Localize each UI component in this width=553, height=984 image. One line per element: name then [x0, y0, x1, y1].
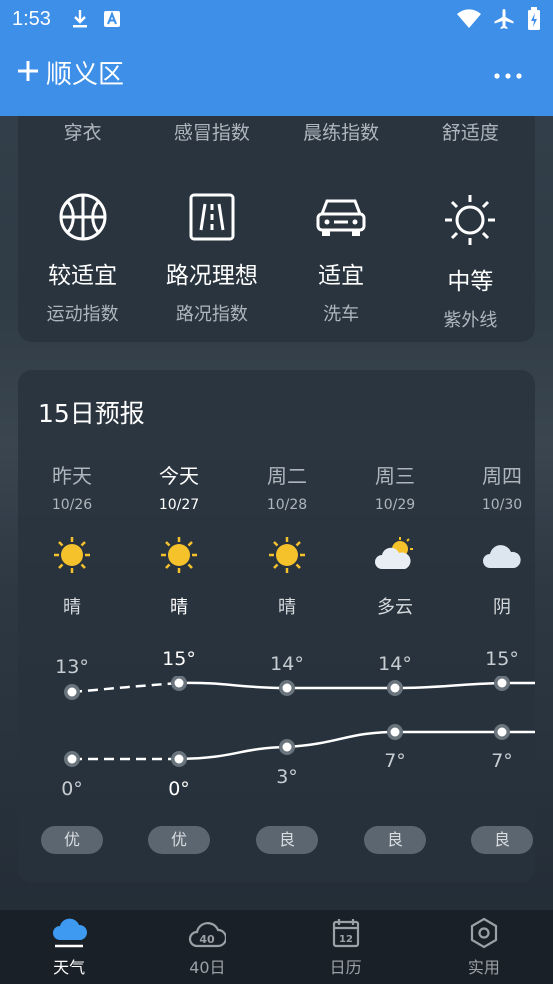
index-label-dressing: 穿衣: [63, 122, 102, 144]
weather-cloud-icon: [53, 918, 88, 948]
sun-outline-icon: [445, 195, 496, 245]
high-temp-label: 13°: [55, 656, 89, 678]
svg-text:12: 12: [339, 934, 353, 945]
sun-icon: [237, 535, 337, 575]
index-label-morning-exercise: 晨练指数: [303, 122, 380, 144]
index-value: 较适宜: [48, 263, 118, 289]
index-value: 路况理想: [165, 263, 258, 289]
battery-icon: [528, 7, 540, 30]
bottom-nav: 天气 40 40日 12 日历 实用: [0, 910, 553, 984]
low-points: [64, 724, 510, 767]
index-label: 路况指数: [175, 304, 248, 325]
tools-hexagon-icon: [470, 917, 497, 949]
index-uv[interactable]: 中等 紫外线: [406, 192, 535, 332]
svg-text:40: 40: [200, 933, 216, 946]
day-condition: 晴: [63, 597, 81, 618]
nav-label: 40日: [189, 958, 226, 977]
forecast-day[interactable]: 昨天 10/26 晴: [22, 460, 122, 619]
day-condition: 晴: [278, 597, 296, 618]
day-date: 10/27: [158, 497, 200, 513]
aqi-badge: 良: [471, 826, 533, 854]
aqi-badge: 优: [41, 826, 103, 854]
high-temp-label: 14°: [378, 653, 412, 675]
index-top-row: 穿衣 感冒指数 晨练指数 舒适度: [18, 118, 535, 145]
index-label-cold: 感冒指数: [173, 122, 250, 144]
app-bar-overlay: 1:53 顺义区: [0, 0, 553, 116]
day-date: 10/30: [481, 497, 523, 513]
forecast-day[interactable]: 周二 10/28 晴: [237, 460, 337, 619]
high-curve: [178, 681, 535, 690]
nav-label: 天气: [53, 958, 86, 977]
aqi-badge: 良: [364, 826, 426, 854]
day-name: 今天: [159, 464, 199, 488]
nav-calendar[interactable]: 12 日历: [277, 910, 415, 984]
index-label: 紫外线: [443, 310, 498, 331]
high-curve-past: [71, 681, 180, 694]
title-bar-overlay: 顺义区: [0, 48, 553, 96]
wifi-icon: [457, 9, 481, 28]
nav-label: 实用: [467, 958, 500, 977]
status-bar-overlay: 1:53: [0, 0, 553, 38]
forecast-day-today[interactable]: 今天 10/27 晴: [129, 460, 229, 619]
day-name: 周二: [267, 464, 307, 488]
sun-icon: [22, 535, 122, 575]
index-carwash[interactable]: 适宜 洗车: [277, 192, 406, 332]
forecast-day[interactable]: 周四 10/30 阴: [452, 460, 552, 619]
nav-label: 日历: [329, 958, 362, 977]
index-grid: 较适宜 运动指数 路况理想 路况指数 适宜 洗车 中等 紫外线: [18, 192, 535, 332]
index-label: 洗车: [323, 304, 360, 325]
index-label-comfort: 舒适度: [441, 122, 499, 144]
forecast-days[interactable]: 昨天 10/26 晴 今天 10/27 晴 周二 10/28 晴 周三 10/2…: [18, 460, 535, 860]
city-name-label[interactable]: 顺义区: [46, 54, 124, 91]
day-date: 10/29: [374, 497, 416, 513]
temperature-curve: [64, 676, 535, 767]
forecast-day[interactable]: 周三 10/29 多云: [345, 460, 445, 619]
road-icon: [189, 193, 235, 241]
more-dots-icon[interactable]: [493, 57, 523, 87]
basketball-icon: [59, 193, 107, 241]
index-sport[interactable]: 较适宜 运动指数: [18, 192, 147, 332]
car-icon: [316, 199, 366, 236]
forty-day-icon: 40: [189, 922, 227, 948]
calendar-icon: 12: [332, 919, 359, 948]
high-temp-label: 14°: [270, 653, 304, 675]
day-condition: 多云: [377, 597, 413, 618]
status-time-label: 1:53: [12, 7, 51, 30]
day-date: 10/28: [266, 497, 308, 513]
day-name: 周四: [482, 464, 522, 488]
sun-icon: [129, 535, 229, 575]
high-temp-label: 15°: [485, 648, 519, 670]
high-temp-label: 15°: [162, 648, 196, 670]
partly-cloudy-icon: [345, 535, 445, 575]
aqi-badge: 良: [256, 826, 318, 854]
nav-tools[interactable]: 实用: [415, 910, 553, 984]
index-value: 中等: [447, 269, 494, 295]
app-notification-icon: [103, 11, 120, 27]
low-curve: [178, 730, 535, 761]
life-index-card: 穿衣 感冒指数 晨练指数 舒适度 较适宜 运动指数 路况理想 路况指数 适宜 洗…: [18, 80, 535, 342]
plus-icon[interactable]: [16, 55, 40, 89]
index-label: 运动指数: [46, 304, 119, 325]
nav-40day[interactable]: 40 40日: [138, 910, 276, 984]
high-points: [64, 676, 510, 700]
aqi-badge: 优: [148, 826, 210, 854]
download-icon: [72, 10, 87, 28]
day-name: 昨天: [52, 464, 92, 488]
day-date: 10/26: [51, 497, 93, 513]
forecast-card: 15日预报 昨天 10/26 晴 今天 10/27 晴 周二 10/28 晴 周…: [18, 370, 535, 883]
forecast-title: 15日预报: [38, 399, 145, 428]
airplane-icon: [494, 9, 514, 29]
day-name: 周三: [375, 464, 415, 488]
index-value: 适宜: [318, 263, 365, 289]
day-condition: 晴: [170, 597, 188, 618]
cloud-icon: [452, 535, 552, 575]
day-condition: 阴: [493, 597, 511, 618]
nav-weather[interactable]: 天气: [0, 910, 138, 984]
index-road[interactable]: 路况理想 路况指数: [147, 192, 276, 332]
